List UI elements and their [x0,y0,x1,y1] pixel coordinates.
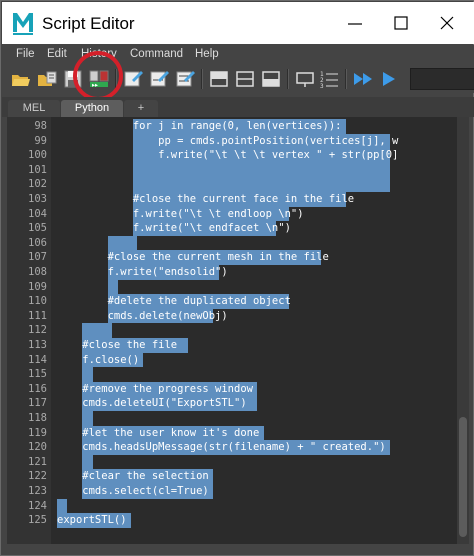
execute-selected-icon[interactable] [378,68,400,90]
svg-text:3: 3 [320,83,324,90]
code-line[interactable]: #close the current mesh in the file [57,250,329,265]
code-line[interactable]: cmds.select(cl=True) [57,484,208,499]
code-line[interactable]: cmds.delete(newObj) [57,309,228,324]
line-number: 114 [28,353,47,366]
line-number: 104 [28,207,47,220]
line-number: 103 [28,193,47,205]
line-number: 123 [28,485,47,497]
line-number: 109 [28,280,47,293]
line-number: 125 [28,514,47,527]
code-line[interactable]: #let the user know it's done [57,426,259,441]
selection-highlight [82,454,93,470]
script-editor-window: Script Editor File Edit History Command … [0,0,474,556]
code-line[interactable]: cmds.deleteUI("ExportSTL") [57,396,246,411]
code-line[interactable]: #remove the progress window [57,382,253,397]
code-line[interactable]: #close the file [57,338,183,353]
code-line[interactable]: f.write("\t \t \t vertex " + str(pp[0] [57,148,398,163]
title-bar: Script Editor [2,2,474,44]
code-line[interactable]: f.write("endsolid") [57,265,228,280]
line-number-gutter: 98 99 100 101 102 103 104 105 106 107 108 109 110 111… [7,117,51,544]
clear-all-icon[interactable] [174,68,196,90]
line-number: 110 [28,295,47,308]
maximize-icon [394,16,408,30]
menu-edit[interactable]: Edit [47,48,67,60]
selection-highlight [57,498,68,514]
code-area[interactable]: for j in range(0, len(vertices)): pp = c… [51,117,457,544]
code-line[interactable]: exportSTL() [57,513,127,528]
code-line[interactable]: f.close() [57,353,139,368]
line-number: 120 [28,441,47,454]
clear-history-icon[interactable] [122,68,144,90]
show-input-only-icon[interactable] [234,68,256,90]
line-number: 112 [28,324,47,337]
code-line[interactable]: #close the current face in the file [57,192,354,207]
code-line[interactable]: f.write("\t endfacet \n") [57,221,291,236]
menu-help[interactable]: Help [195,48,219,60]
highlight-circle [73,51,123,101]
show-line-numbers-icon[interactable]: 123 [318,68,340,90]
code-line[interactable]: cmds.headsUpMessage(str(filename) + " cr… [57,440,385,455]
code-line[interactable]: #delete the duplicated object [57,294,291,309]
toolbar-separator [345,69,346,89]
line-number: 113 [28,339,47,351]
scrollbar-thumb[interactable] [459,417,467,537]
line-number: 122 [28,470,47,483]
line-number: 106 [28,236,47,249]
code-line[interactable]: #clear the selection [57,469,208,484]
maya-logo-icon [12,10,34,36]
line-number: 118 [28,412,47,424]
line-number: 105 [28,222,47,235]
menu-bar: File Edit History Command Help [2,45,474,65]
line-number: 124 [28,499,47,512]
line-number: 102 [28,178,47,191]
toolbar-separator [287,69,288,89]
line-number: 117 [28,397,47,410]
line-number: 98 [34,120,47,132]
minimize-button[interactable] [332,6,378,42]
source-script-icon[interactable] [36,68,58,90]
window-title: Script Editor [42,14,135,33]
add-tab-button[interactable]: + [124,100,158,117]
line-number: 119 [28,426,47,439]
echo-all-commands-icon[interactable] [294,68,316,90]
line-number: 108 [28,266,47,278]
line-number: 100 [28,149,47,162]
selection-highlight [82,323,112,338]
code-line[interactable]: pp = cmds.pointPosition(vertices[j], w [57,134,398,149]
line-number: 111 [28,309,47,322]
code-line[interactable]: for j in range(0, len(vertices)): [57,119,342,134]
tab-python[interactable]: Python [61,100,123,117]
line-number: 121 [28,455,47,468]
selection-highlight [107,279,118,295]
line-number: 101 [28,163,47,176]
line-number: 107 [28,251,47,264]
selection-highlight [132,162,391,178]
maximize-button[interactable] [378,6,424,42]
selection-highlight [132,177,391,192]
minimize-icon [348,23,362,25]
tab-bar: MEL Python + [2,97,474,117]
open-script-icon[interactable] [10,68,32,90]
line-number: 115 [28,368,47,381]
command-field[interactable] [410,68,474,90]
selection-highlight [82,411,93,426]
line-number: 116 [28,382,47,395]
code-editor[interactable]: 98 99 100 101 102 103 104 105 106 107 108 109 110 111… [7,117,457,544]
show-history-only-icon[interactable] [208,68,230,90]
close-icon [440,16,454,30]
menu-command[interactable]: Command [130,48,183,60]
selection-highlight [107,235,137,251]
toolbar-separator [201,69,202,89]
code-line[interactable]: f.write("\t \t endloop \n") [57,207,304,222]
clear-input-icon[interactable] [148,68,170,90]
close-button[interactable] [424,6,470,42]
selection-highlight [82,367,93,382]
execute-all-icon[interactable] [352,68,374,90]
menu-file[interactable]: File [16,48,35,60]
show-both-icon[interactable] [260,68,282,90]
line-number: 99 [34,134,47,147]
vertical-scrollbar[interactable] [457,117,469,544]
tab-mel[interactable]: MEL [8,100,60,117]
